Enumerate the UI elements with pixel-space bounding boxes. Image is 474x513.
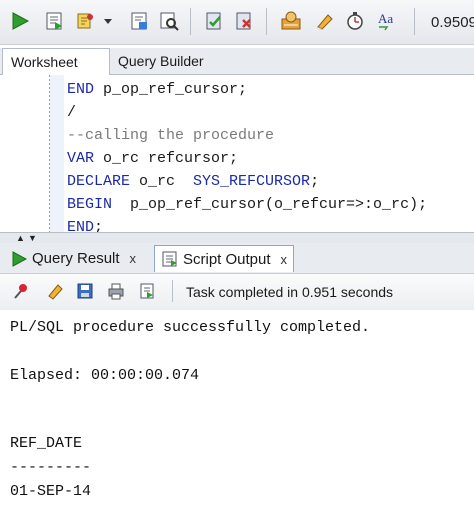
code-text: p_op_ref_cursor;	[94, 81, 248, 98]
unshared-worksheet-icon[interactable]	[343, 9, 367, 33]
worksheet-tab-bar: Worksheet Query Builder	[0, 48, 474, 75]
output-line: 01-SEP-14	[10, 483, 92, 500]
rollback-icon[interactable]	[232, 9, 256, 33]
tab-worksheet[interactable]: Worksheet	[2, 48, 110, 75]
output-tab-bar: Query Result x Script Output x	[0, 243, 474, 273]
run-statement-icon[interactable]	[8, 9, 32, 33]
eraser-icon[interactable]	[44, 280, 66, 302]
pin-icon[interactable]	[10, 280, 32, 302]
code-line[interactable]: BEGIN p_op_ref_cursor(o_refcur=>:o_rc);	[67, 193, 427, 216]
svg-text:Aa: Aa	[378, 11, 393, 26]
close-icon[interactable]: x	[281, 246, 288, 273]
tab-query-result[interactable]: Query Result x	[4, 245, 142, 272]
output-line: Elapsed: 00:00:00.074	[10, 367, 200, 384]
code-keyword: END	[67, 81, 95, 98]
code-text: p_op_ref_cursor(o_refcur=>:o_rc);	[112, 196, 428, 213]
play-green-icon	[12, 250, 28, 267]
code-keyword: DECLARE	[67, 173, 131, 190]
code-keyword: END	[67, 219, 95, 232]
toolbar-separator	[266, 8, 267, 35]
code-comment[interactable]: --calling the procedure	[67, 124, 274, 147]
code-text: ;	[94, 219, 104, 232]
output-toolbar: Task completed in 0.951 seconds	[0, 273, 474, 311]
code-line[interactable]: END;	[67, 216, 103, 232]
open-file-icon[interactable]	[136, 280, 158, 302]
collapse-up-icon[interactable]: ▲	[16, 234, 25, 243]
run-script-icon[interactable]	[42, 9, 66, 33]
code-line[interactable]: DECLARE o_rc SYS_REFCURSOR;	[67, 170, 319, 193]
output-line: ---------	[10, 459, 92, 476]
tab-label: Script Output	[183, 250, 271, 268]
code-text: o_rc	[130, 173, 194, 190]
format-case-icon[interactable]: Aa	[375, 9, 399, 33]
print-icon[interactable]	[105, 280, 127, 302]
code-keyword: SYS_REFCURSOR	[193, 173, 311, 190]
toolbar-separator	[414, 8, 415, 35]
code-text: /	[67, 104, 77, 121]
autotrace-icon[interactable]	[73, 9, 97, 33]
task-status: Task completed in 0.951 seconds	[186, 284, 394, 300]
script-output-area[interactable]: PL/SQL procedure successfully completed.…	[0, 310, 474, 513]
toolbar-separator	[172, 280, 173, 302]
code-line[interactable]: END p_op_ref_cursor;	[67, 78, 247, 101]
explain-plan-icon[interactable]	[127, 9, 151, 33]
sql-editor[interactable]: END p_op_ref_cursor; / --calling the pro…	[0, 75, 474, 232]
code-line[interactable]: VAR o_rc refcursor;	[67, 147, 238, 170]
code-line[interactable]: /	[67, 101, 76, 124]
code-keyword: VAR	[67, 150, 95, 167]
editor-gutter	[0, 75, 50, 232]
sql-tuning-icon[interactable]	[157, 9, 181, 33]
clear-icon[interactable]	[312, 9, 336, 33]
code-text: o_rc refcursor;	[94, 150, 239, 167]
dropdown-arrow-icon[interactable]	[101, 9, 115, 33]
tab-query-builder[interactable]: Query Builder	[110, 48, 212, 74]
output-line: REF_DATE	[10, 435, 83, 452]
code-text: ;	[310, 173, 320, 190]
save-icon[interactable]	[74, 280, 96, 302]
close-icon[interactable]: x	[130, 245, 137, 272]
script-icon	[162, 251, 177, 267]
current-line-marker	[50, 75, 64, 232]
collapse-down-icon[interactable]: ▼	[28, 234, 37, 243]
toolbar-separator	[190, 8, 191, 35]
main-toolbar: Aa 0.9509	[0, 0, 474, 45]
sql-history-icon[interactable]	[279, 9, 303, 33]
elapsed-time: 0.9509	[431, 14, 474, 31]
tab-label: Query Result	[32, 250, 120, 267]
tab-script-output[interactable]: Script Output x	[154, 245, 295, 273]
output-line: PL/SQL procedure successfully completed.	[10, 319, 371, 336]
code-keyword: BEGIN	[67, 196, 113, 213]
commit-icon[interactable]	[202, 9, 226, 33]
